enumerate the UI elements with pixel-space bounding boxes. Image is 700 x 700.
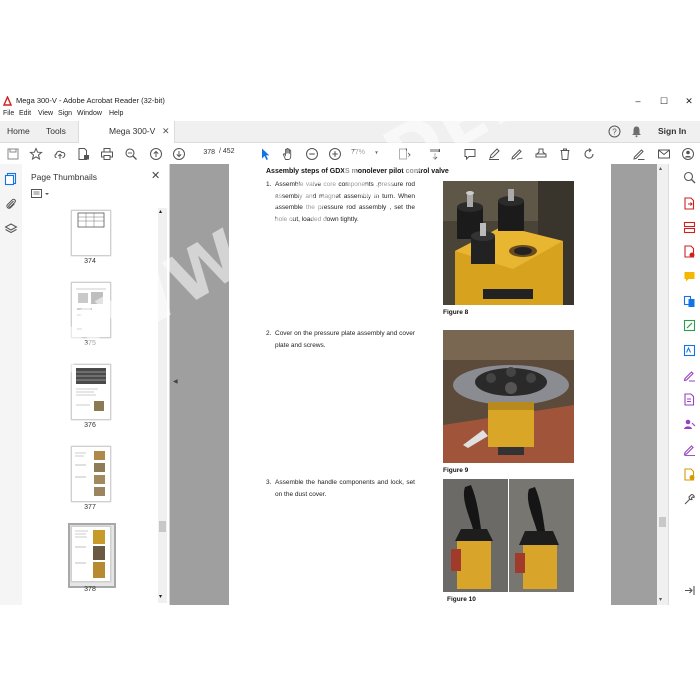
collapse-left-panel-icon[interactable]: ◀	[173, 378, 178, 385]
organize-pages-icon[interactable]	[683, 221, 696, 234]
maximize-button[interactable]: ☐	[653, 94, 675, 108]
close-tab-icon[interactable]: ✕	[162, 126, 170, 137]
window-title: Mega 300-V - Adobe Acrobat Reader (32-bi…	[16, 96, 165, 105]
figure-caption: Figure 10	[447, 596, 476, 603]
thumbnail-page-374[interactable]	[71, 210, 111, 256]
page-thumbnails-panel: Page Thumbnails ✕ 374 375 376 377 378 ▴ …	[22, 164, 170, 605]
attachment-paperclip-icon[interactable]	[4, 197, 18, 211]
collapse-tools-pane-icon[interactable]	[683, 584, 696, 597]
delete-icon[interactable]	[558, 147, 572, 161]
search-icon[interactable]	[683, 171, 696, 184]
document-scrollbar-thumb[interactable]	[659, 517, 666, 527]
help-icon[interactable]: ?	[608, 125, 621, 138]
step-text: Cover on the pressure plate assembly and…	[275, 330, 415, 349]
thumbnail-page-377[interactable]	[71, 446, 111, 502]
upload-cloud-icon[interactable]	[53, 147, 67, 161]
doc-scroll-down-icon[interactable]: ▾	[659, 596, 662, 603]
document-scrollbar[interactable]: ▴ ▾	[657, 164, 668, 605]
next-page-icon[interactable]	[172, 147, 186, 161]
sign-tool-icon[interactable]	[683, 443, 696, 456]
thumbnail-377-preview	[75, 451, 105, 496]
combine-files-icon[interactable]	[683, 295, 696, 308]
share-user-icon[interactable]	[681, 147, 695, 161]
bell-icon[interactable]	[630, 125, 643, 138]
select-cursor-icon[interactable]	[258, 147, 272, 161]
tab-home[interactable]: Home	[7, 121, 30, 142]
scroll-up-icon[interactable]: ▴	[159, 208, 162, 215]
right-tools-rail	[668, 164, 700, 605]
figure-caption: Figure 8	[443, 309, 469, 316]
stamp-icon[interactable]	[534, 147, 548, 161]
page-thumbnails-icon[interactable]	[4, 172, 18, 186]
svg-text:?: ?	[612, 127, 617, 136]
star-icon[interactable]	[29, 147, 43, 161]
menu-window[interactable]: Window	[77, 110, 102, 117]
edit-pdf-icon[interactable]	[683, 319, 696, 332]
thumbnail-label: 376	[84, 422, 96, 429]
protect-icon[interactable]	[683, 393, 696, 406]
acrobat-logo-icon	[3, 96, 12, 106]
email-icon[interactable]	[657, 147, 671, 161]
close-panel-icon[interactable]: ✕	[151, 169, 160, 182]
fill-sign-icon[interactable]	[632, 147, 646, 161]
step-number: 3.	[266, 479, 272, 486]
thumbnail-374-preview	[77, 212, 105, 228]
thumbnail-label: 377	[84, 504, 96, 511]
file-lock-icon[interactable]	[76, 147, 90, 161]
thumbnail-options-icon	[31, 189, 49, 198]
create-pdf-icon[interactable]	[683, 245, 696, 258]
step-text: Assemble the handle components and lock,…	[275, 479, 415, 498]
find-zoom-icon[interactable]	[124, 147, 138, 161]
draw-icon[interactable]	[510, 147, 524, 161]
step-number: 2.	[266, 330, 272, 337]
menu-file[interactable]: File	[3, 110, 14, 117]
print-icon[interactable]	[100, 147, 114, 161]
hand-tool-icon[interactable]	[281, 147, 295, 161]
menu-bar: File Edit View Sign Window Help	[0, 109, 700, 121]
layers-icon[interactable]	[4, 222, 18, 236]
sign-in-button[interactable]: Sign In	[658, 126, 686, 136]
close-window-button[interactable]: ✕	[678, 94, 700, 108]
tab-tools[interactable]: Tools	[46, 121, 66, 142]
export-pdf-icon[interactable]	[683, 197, 696, 210]
menu-help[interactable]: Help	[109, 110, 123, 117]
figure-caption: Figure 9	[443, 467, 469, 474]
minimize-button[interactable]: –	[627, 94, 649, 108]
thumbnail-label: 374	[84, 258, 96, 265]
thumbnail-label: 378	[84, 586, 96, 593]
fill-sign-tool-icon[interactable]	[683, 369, 696, 382]
page-total: / 452	[219, 148, 235, 155]
thumbnail-378-preview	[75, 530, 105, 578]
previous-page-icon[interactable]	[149, 147, 163, 161]
doc-scroll-up-icon[interactable]: ▴	[659, 165, 662, 172]
panel-title: Page Thumbnails	[31, 172, 97, 182]
menu-sign[interactable]: Sign	[58, 110, 72, 117]
comment-tool-icon[interactable]	[683, 270, 696, 283]
figure-9-photo	[443, 330, 574, 463]
menu-edit[interactable]: Edit	[19, 110, 31, 117]
figure-10-photo	[443, 479, 574, 592]
page-number-input[interactable]: 378	[196, 147, 215, 159]
figure-8-photo	[443, 181, 574, 305]
scan-ocr-icon[interactable]	[683, 344, 696, 357]
rotate-icon[interactable]	[582, 147, 596, 161]
left-nav-rail	[0, 164, 23, 605]
save-icon[interactable]	[6, 147, 20, 161]
thumbnail-scrollbar-thumb[interactable]	[159, 521, 166, 532]
thumbnail-options-button[interactable]	[31, 188, 53, 200]
thumbnail-page-378[interactable]	[71, 526, 111, 582]
tab-document-label: Mega 300-V	[109, 126, 156, 136]
menu-view[interactable]: View	[38, 110, 53, 117]
send-for-review-icon[interactable]	[683, 468, 696, 481]
tab-document[interactable]: Mega 300-V ✕	[78, 121, 175, 143]
scroll-down-icon[interactable]: ▾	[159, 593, 162, 600]
title-bar: Mega 300-V - Adobe Acrobat Reader (32-bi…	[0, 93, 700, 109]
request-signature-icon[interactable]	[683, 418, 696, 431]
more-tools-icon[interactable]	[683, 493, 696, 506]
